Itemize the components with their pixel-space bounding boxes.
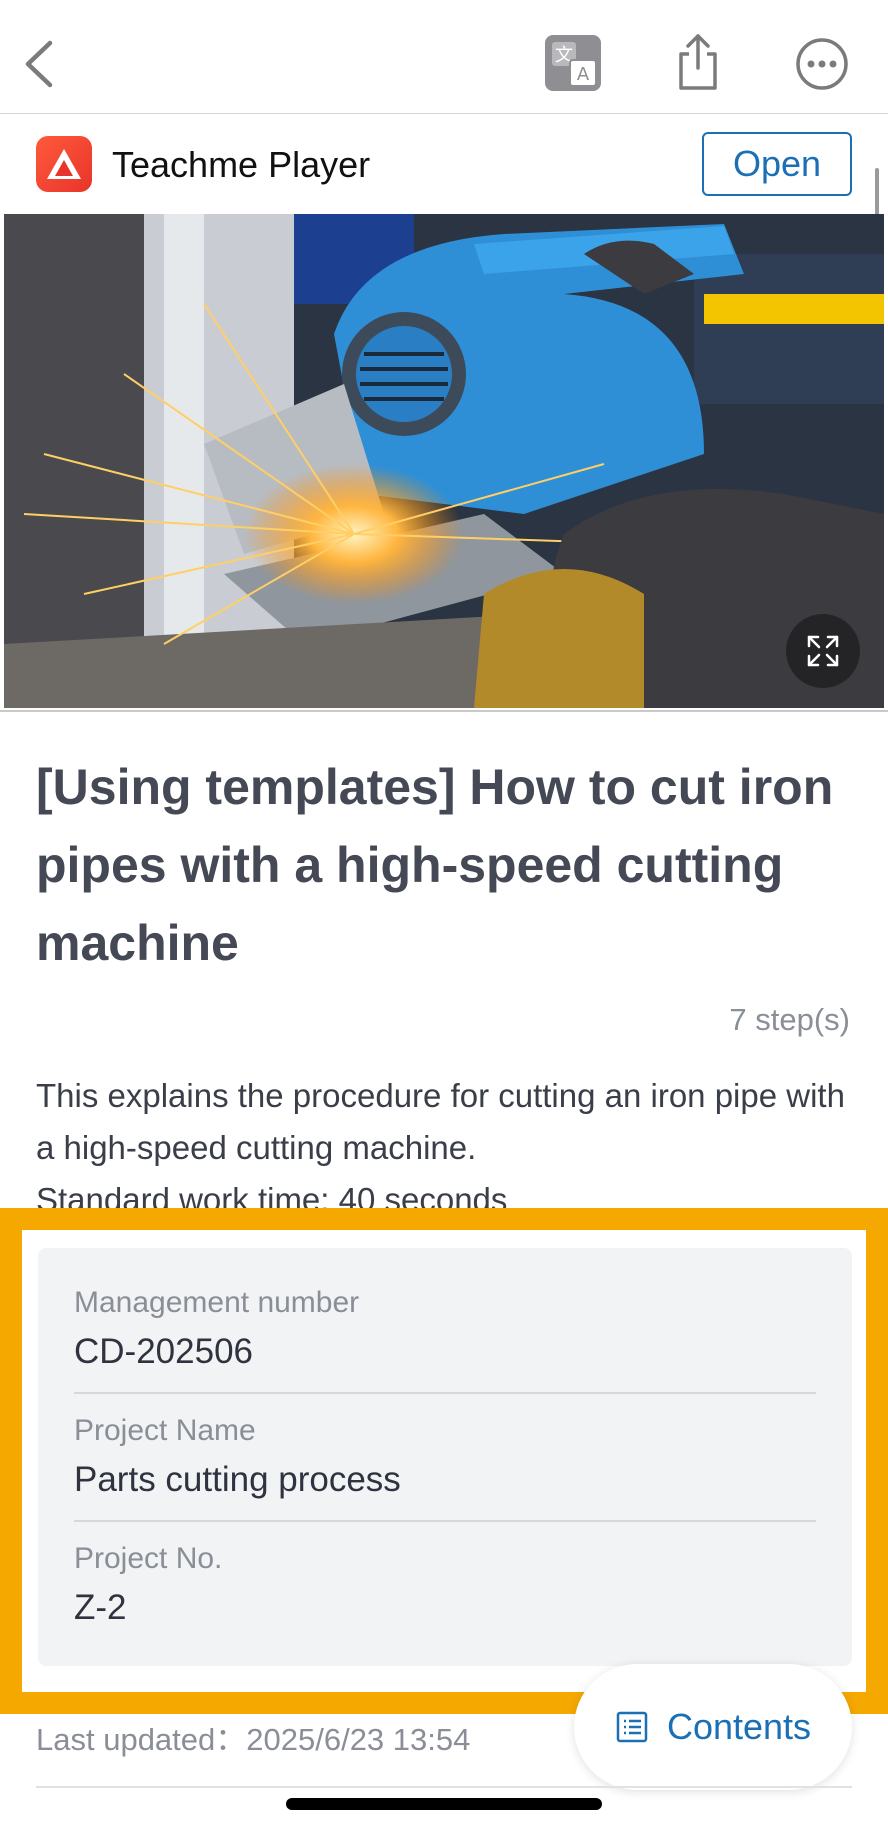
description: This explains the procedure for cutting … xyxy=(36,1070,856,1212)
description-text: This explains the procedure for cutting … xyxy=(36,1077,845,1166)
share-icon xyxy=(679,34,717,90)
translate-button[interactable]: 文 A xyxy=(544,34,602,92)
chevron-left-icon xyxy=(25,40,53,88)
share-button[interactable] xyxy=(668,30,728,94)
fullscreen-icon xyxy=(807,635,839,667)
app-banner: Teachme Player Open xyxy=(0,114,888,214)
last-updated: Last updated：2025/6/23 13:54 xyxy=(36,1722,471,1757)
ellipsis-icon xyxy=(796,38,848,90)
svg-text:A: A xyxy=(577,64,590,85)
fullscreen-button[interactable] xyxy=(786,614,860,688)
contents-button[interactable]: Contents xyxy=(574,1664,852,1790)
divider xyxy=(0,710,888,712)
page-title: [Using templates] How to cut iron pipes … xyxy=(36,759,834,971)
cutting-machine-illustration xyxy=(4,214,884,708)
top-navigation-bar: 文 A xyxy=(0,0,888,114)
divider xyxy=(36,1786,852,1788)
app-name: Teachme Player xyxy=(112,144,371,185)
open-app-button[interactable]: Open xyxy=(702,132,852,196)
standard-work-time: Standard work time: 40 seconds xyxy=(36,1181,508,1212)
list-icon xyxy=(616,1711,648,1743)
step-count: 7 step(s) xyxy=(729,1002,850,1037)
more-options-button[interactable] xyxy=(794,36,850,92)
home-indicator[interactable] xyxy=(286,1798,602,1810)
teachme-logo-icon xyxy=(36,136,92,192)
contents-label: Contents xyxy=(666,1706,812,1747)
back-button[interactable] xyxy=(14,32,64,96)
highlight-frame xyxy=(0,1208,888,1714)
video-thumbnail[interactable] xyxy=(4,214,884,708)
translate-icon: 文 A xyxy=(545,35,601,91)
